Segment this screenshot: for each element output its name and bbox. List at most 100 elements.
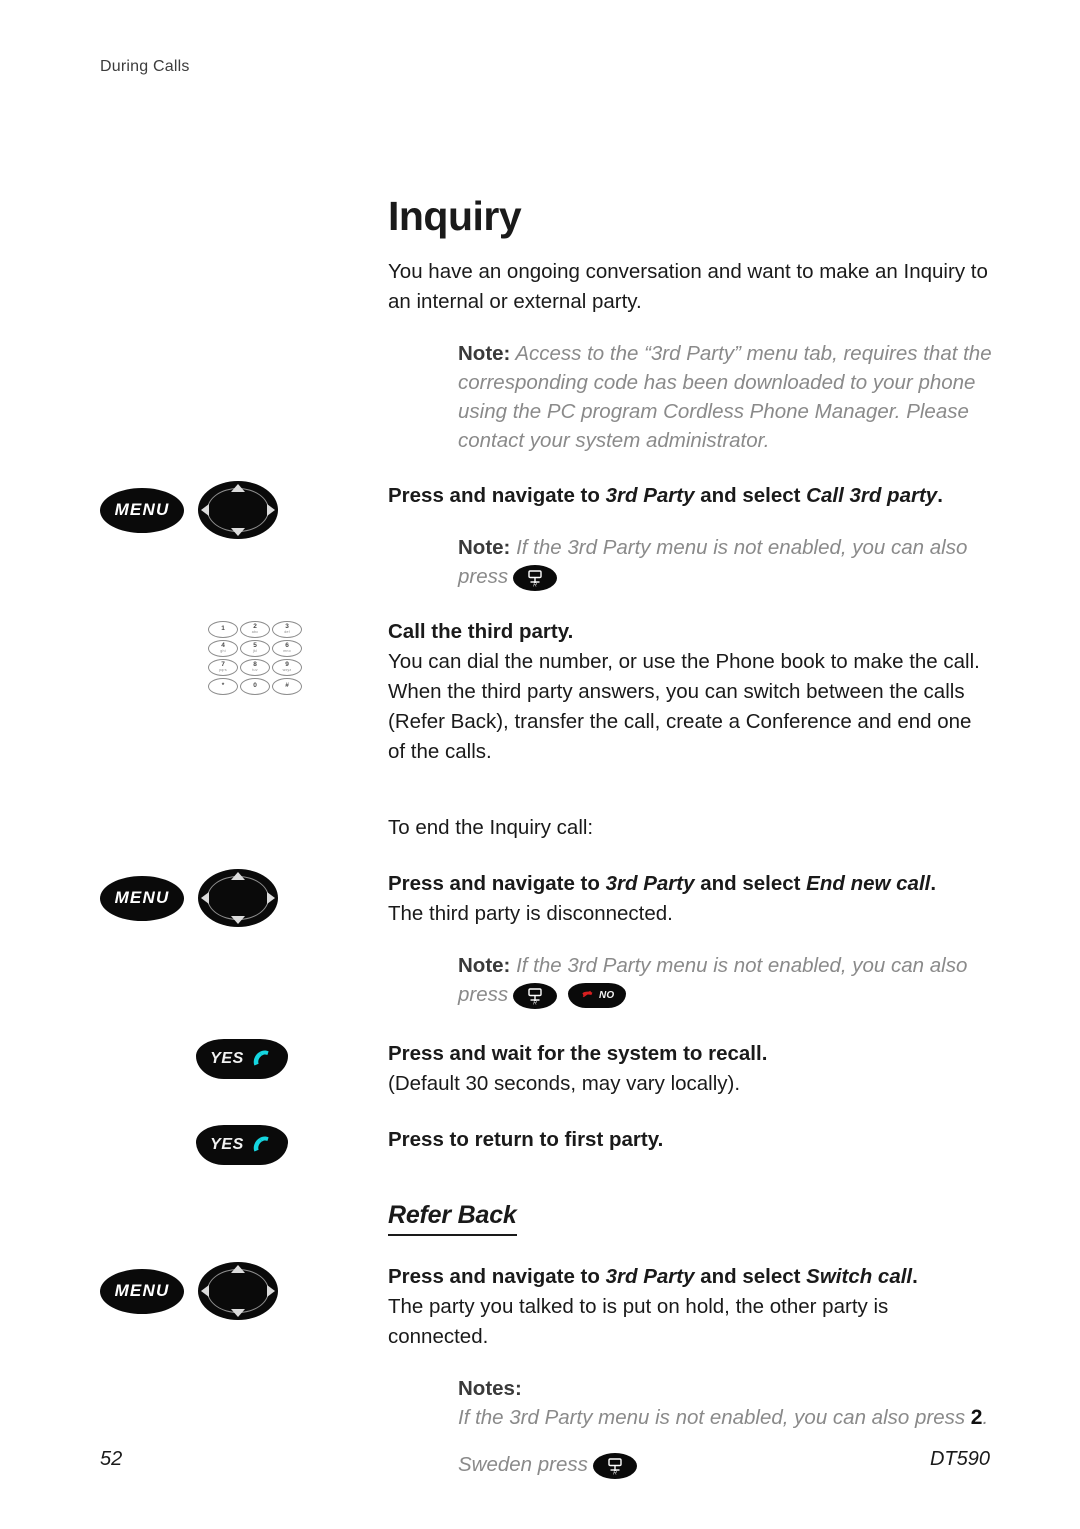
- step-end-new-call: MENU Press and navigate to 3rd Party and…: [100, 869, 990, 929]
- keypad-key[interactable]: 5 jkl: [240, 640, 270, 657]
- note2-inline-keys: R NO: [513, 982, 627, 1009]
- note1-inline-keys: R: [513, 564, 558, 591]
- running-header: During Calls: [100, 58, 190, 75]
- step4-heading: Press to return to first party.: [388, 1128, 664, 1151]
- manual-page: During Calls Inquiry You have an ongoing…: [0, 0, 1080, 1529]
- menu-key-label: MENU: [114, 888, 170, 907]
- refer-back-result: The party you talked to is put on hold, …: [388, 1295, 889, 1348]
- refer-back-mid: and select: [694, 1265, 807, 1288]
- note-not-enabled-block-1: Note: If the 3rd Party menu is not enabl…: [100, 533, 990, 591]
- nav-left-arrow-icon[interactable]: [201, 504, 209, 516]
- menu-key-icon[interactable]: MENU: [100, 875, 184, 921]
- note-label: Note:: [458, 536, 511, 559]
- keypad-key[interactable]: 8 tuv: [240, 659, 270, 676]
- step3-body: (Default 30 seconds, may vary locally).: [388, 1072, 741, 1095]
- recall-key-icon[interactable]: R: [513, 982, 558, 1009]
- keypad-key[interactable]: 0: [240, 678, 270, 695]
- refer-back-selection: Switch call: [806, 1265, 913, 1288]
- nav-up-arrow-icon[interactable]: [231, 872, 245, 880]
- menu-key-icon[interactable]: MENU: [100, 1268, 184, 1314]
- keypad-key-number: 1: [221, 625, 225, 632]
- nav-up-arrow-icon[interactable]: [231, 484, 245, 492]
- keypad-key[interactable]: 9 wxyz: [272, 659, 302, 676]
- step4-key-icons: YES: [100, 1125, 471, 1165]
- note-access-text: Access to the “3rd Party” menu tab, requ…: [458, 342, 992, 452]
- note-label: Note:: [458, 342, 511, 365]
- keypad-key-letters: mno: [283, 649, 291, 654]
- note-access: Note: Access to the “3rd Party” menu tab…: [458, 339, 998, 455]
- call-third-party-block: 1 2 abc 3 def 4 ghi 5 jkl 6 mno 7 pqrs 8 tuv 9w…: [100, 617, 990, 767]
- note-access-block: Note: Access to the “3rd Party” menu tab…: [100, 339, 992, 455]
- step-wait-recall: YES Press and wait for the system to rec…: [100, 1039, 990, 1099]
- step2-menu-name: 3rd Party: [605, 872, 695, 895]
- refer-back-end: .: [912, 1265, 918, 1288]
- keypad-key[interactable]: 6 mno: [272, 640, 302, 657]
- recall-glyph: R: [528, 569, 542, 587]
- keypad-key[interactable]: 4 ghi: [208, 640, 238, 657]
- step1-selection: Call 3rd party: [806, 484, 938, 507]
- nav-key-ring: [207, 488, 269, 532]
- keypad-key-letters: tuv: [252, 668, 258, 673]
- end-inquiry-intro: To end the Inquiry call:: [388, 816, 594, 839]
- intro-block: Inquiry You have an ongoing conversation…: [100, 196, 990, 317]
- nav-up-arrow-icon[interactable]: [231, 1265, 245, 1273]
- yes-key-icon[interactable]: YES: [196, 1039, 288, 1079]
- step1-menu-name: 3rd Party: [605, 484, 695, 507]
- keypad-key[interactable]: 1: [208, 621, 238, 638]
- refer-back-key-icons: MENU: [100, 1262, 375, 1320]
- page-number: 52: [100, 1448, 123, 1470]
- keypad-key[interactable]: 7 pqrs: [208, 659, 238, 676]
- step2-instruction: Press and navigate to 3rd Party and sele…: [388, 869, 990, 899]
- note-not-enabled-2: Note: If the 3rd Party menu is not enabl…: [458, 951, 998, 1009]
- keypad-key-letters: wxyz: [282, 668, 292, 673]
- page-title: Inquiry: [388, 193, 522, 239]
- step3-key-icons: YES: [100, 1039, 471, 1079]
- step3-heading: Press and wait for the system to recall.: [388, 1042, 768, 1065]
- nav-right-arrow-icon[interactable]: [267, 1285, 275, 1297]
- model-name: DT590: [929, 1448, 990, 1470]
- keypad-key[interactable]: 3 def: [272, 621, 302, 638]
- svg-text:R: R: [533, 582, 537, 587]
- keypad-icon-wrap: 1 2 abc 3 def 4 ghi 5 jkl 6 mno 7 pqrs 8 tuv 9w…: [100, 617, 483, 695]
- yes-key-icon[interactable]: YES: [196, 1125, 288, 1165]
- nav-right-arrow-icon[interactable]: [267, 892, 275, 904]
- menu-key-label: MENU: [114, 1281, 170, 1300]
- step2-result: The third party is disconnected.: [388, 902, 673, 925]
- yes-handset-icon: [253, 1136, 269, 1152]
- step2-selection: End new call: [806, 872, 931, 895]
- digit-2-key-label: 2: [970, 1406, 983, 1429]
- navigation-key-icon[interactable]: [198, 481, 278, 539]
- keypad-key-letters: def: [284, 630, 290, 635]
- nav-down-arrow-icon[interactable]: [231, 916, 245, 924]
- recall-key-icon[interactable]: R: [513, 564, 558, 591]
- nav-right-arrow-icon[interactable]: [267, 504, 275, 516]
- refer-back-notes: Notes: If the 3rd Party menu is not enabl…: [458, 1374, 998, 1432]
- keypad-key-letters: ghi: [220, 649, 226, 654]
- nav-left-arrow-icon[interactable]: [201, 892, 209, 904]
- refer-back-lead: Press and navigate to: [388, 1265, 606, 1288]
- keypad-key[interactable]: 2 abc: [240, 621, 270, 638]
- keypad-key-letters: abc: [251, 630, 259, 635]
- nav-key-ring: [207, 1269, 269, 1313]
- intro-paragraph: You have an ongoing conversation and wan…: [388, 260, 988, 313]
- recall-glyph: R: [528, 987, 542, 1005]
- numeric-keypad-icon[interactable]: 1 2 abc 3 def 4 ghi 5 jkl 6 mno 7 pqrs 8 tuv 9w…: [208, 621, 483, 695]
- yes-handset-icon: [253, 1050, 269, 1066]
- nav-down-arrow-icon[interactable]: [231, 1309, 245, 1317]
- refer-back-heading: Refer Back: [388, 1201, 517, 1236]
- no-handset-icon: [582, 990, 593, 997]
- menu-key-label: MENU: [114, 500, 170, 519]
- step-return-first-party: YES Press to return to first party.: [100, 1125, 990, 1165]
- menu-key-icon[interactable]: MENU: [100, 487, 184, 533]
- keypad-key[interactable]: *: [208, 678, 238, 695]
- nav-left-arrow-icon[interactable]: [201, 1285, 209, 1297]
- navigation-key-icon[interactable]: [198, 1262, 278, 1320]
- step1-mid: and select: [694, 484, 807, 507]
- no-key-icon[interactable]: NO: [568, 983, 627, 1009]
- navigation-key-icon[interactable]: [198, 869, 278, 927]
- refer-back-instruction: Press and navigate to 3rd Party and sele…: [388, 1262, 990, 1292]
- keypad-key-number: #: [285, 682, 289, 689]
- yes-key-label: YES: [210, 1136, 244, 1153]
- keypad-key[interactable]: #: [272, 678, 302, 695]
- step1-end: .: [937, 484, 943, 507]
